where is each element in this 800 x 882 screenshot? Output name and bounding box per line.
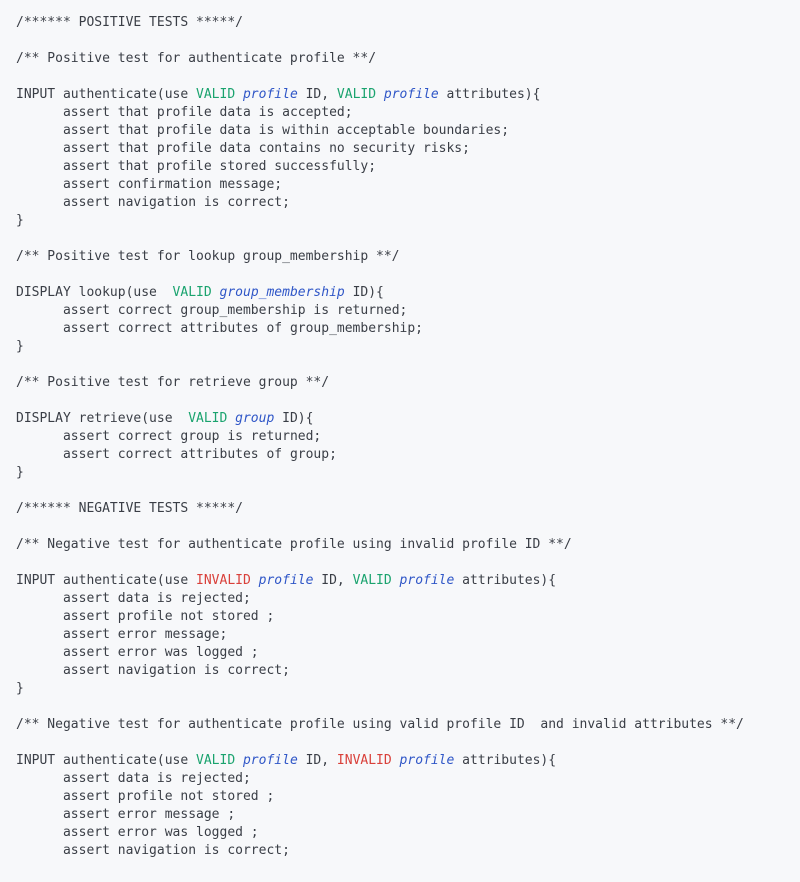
code-line: assert data is rejected;	[16, 591, 251, 606]
code-line: assert navigation is correct;	[16, 843, 290, 858]
code-line: assert that profile data is within accep…	[16, 123, 509, 138]
code-line: assert correct group_membership is retur…	[16, 303, 407, 318]
keyword-invalid: INVALID	[196, 573, 251, 588]
entity-profile: profile	[400, 753, 455, 768]
code-line: INPUT authenticate(use VALID profile ID,…	[16, 753, 556, 768]
entity-profile: profile	[384, 87, 439, 102]
code-line: /** Positive test for authenticate profi…	[16, 51, 376, 66]
entity-profile: profile	[259, 573, 314, 588]
code-line: assert profile not stored ;	[16, 609, 274, 624]
keyword-valid: VALID	[188, 411, 227, 426]
code-line: assert confirmation message;	[16, 177, 282, 192]
keyword-invalid: INVALID	[337, 753, 392, 768]
entity-group: group	[235, 411, 274, 426]
keyword-valid: VALID	[173, 285, 212, 300]
code-line: assert navigation is correct;	[16, 663, 290, 678]
code-line: assert that profile stored successfully;	[16, 159, 376, 174]
code-line: assert profile not stored ;	[16, 789, 274, 804]
code-line: assert error was logged ;	[16, 645, 259, 660]
code-line: assert correct attributes of group_membe…	[16, 321, 423, 336]
code-line: assert error message;	[16, 627, 227, 642]
code-line: /****** POSITIVE TESTS *****/	[16, 15, 243, 30]
code-line: DISPLAY lookup(use VALID group_membershi…	[16, 285, 384, 300]
keyword-valid: VALID	[196, 87, 235, 102]
entity-profile: profile	[243, 753, 298, 768]
code-line: /** Positive test for retrieve group **/	[16, 375, 329, 390]
entity-profile: profile	[400, 573, 455, 588]
entity-profile: profile	[243, 87, 298, 102]
code-line: assert that profile data is accepted;	[16, 105, 353, 120]
code-line: /** Positive test for lookup group_membe…	[16, 249, 400, 264]
code-line: /** Negative test for authenticate profi…	[16, 537, 572, 552]
code-line: }	[16, 213, 24, 228]
code-line: assert data is rejected;	[16, 771, 251, 786]
code-block: /****** POSITIVE TESTS *****/ /** Positi…	[0, 0, 800, 860]
code-line: assert navigation is correct;	[16, 195, 290, 210]
code-line: assert error was logged ;	[16, 825, 259, 840]
code-line: }	[16, 681, 24, 696]
keyword-valid: VALID	[353, 573, 392, 588]
code-line: assert that profile data contains no sec…	[16, 141, 470, 156]
code-line: }	[16, 339, 24, 354]
code-line: /****** NEGATIVE TESTS *****/	[16, 501, 243, 516]
code-line: }	[16, 465, 24, 480]
code-line: assert correct attributes of group;	[16, 447, 337, 462]
entity-group_membership: group_membership	[220, 285, 345, 300]
code-line: INPUT authenticate(use VALID profile ID,…	[16, 87, 540, 102]
code-line: DISPLAY retrieve(use VALID group ID){	[16, 411, 313, 426]
keyword-valid: VALID	[337, 87, 376, 102]
code-line: INPUT authenticate(use INVALID profile I…	[16, 573, 556, 588]
code-line: /** Negative test for authenticate profi…	[16, 717, 744, 732]
code-line: assert error message ;	[16, 807, 235, 822]
code-line: assert correct group is returned;	[16, 429, 321, 444]
keyword-valid: VALID	[196, 753, 235, 768]
